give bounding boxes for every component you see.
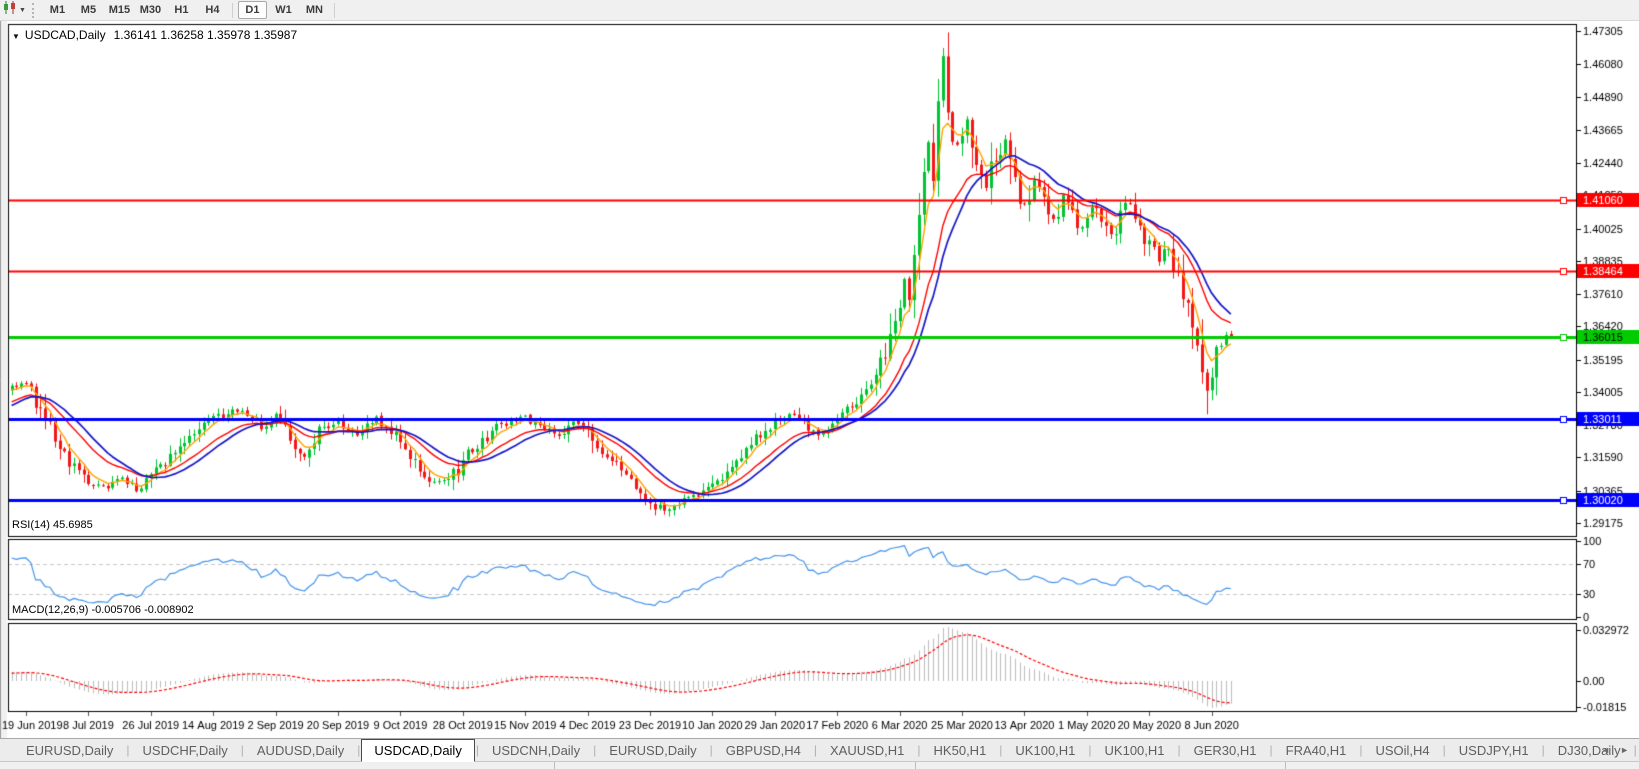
timeframe-toolbar: ▼ M1 M5 M15 M30 H1 H4 D1 W1 MN — [0, 0, 1639, 21]
timeframe-button-m15[interactable]: M15 — [105, 1, 134, 19]
timeframe-button-m5[interactable]: M5 — [74, 1, 103, 19]
tab-usdchf-daily-1[interactable]: USDCHF,Daily — [131, 740, 240, 761]
toolbar-separator — [333, 2, 335, 18]
toolbar-separator — [231, 2, 233, 18]
price-chart-canvas[interactable] — [0, 21, 1639, 738]
tab-separator: | — [1633, 743, 1637, 757]
tab-usdjpy-h1-14[interactable]: USDJPY,H1 — [1447, 740, 1541, 761]
tab-eurusd-daily-5[interactable]: EURUSD,Daily — [597, 740, 708, 761]
tab-scroll-left-icon[interactable]: ◄ — [1601, 744, 1610, 756]
tab-xauusd-h1-7[interactable]: XAUUSD,H1 — [818, 740, 916, 761]
mt4-window: ▼ M1 M5 M15 M30 H1 H4 D1 W1 MN ▼ USDCAD,Daily 1.36… — [0, 0, 1639, 769]
timeframe-button-m30[interactable]: M30 — [136, 1, 165, 19]
chart-tab-bar: EURUSD,Daily | USDCHF,Daily | AUDUSD,Daily | U… — [0, 738, 1639, 762]
status-strip — [0, 761, 1639, 769]
chart-type-dropdown[interactable]: ▼ — [0, 1, 30, 20]
tab-usdcad-daily-3[interactable]: USDCAD,Daily — [361, 739, 475, 762]
candlestick-chart-icon — [3, 1, 17, 19]
status-separator — [1285, 762, 1286, 769]
timeframe-button-w1[interactable]: W1 — [269, 1, 298, 19]
tab-usoil-h4-13[interactable]: USOil,H4 — [1363, 740, 1441, 761]
tab-uk100-h1-10[interactable]: UK100,H1 — [1093, 740, 1177, 761]
timeframe-button-mn[interactable]: MN — [300, 1, 329, 19]
tab-scroll-controls: ◄ ► — [1601, 744, 1629, 756]
toolbar-grip[interactable] — [31, 2, 38, 18]
timeframe-button-h4[interactable]: H4 — [198, 1, 227, 19]
tab-ger30-h1-11[interactable]: GER30,H1 — [1182, 740, 1269, 761]
timeframe-button-m1[interactable]: M1 — [43, 1, 72, 19]
chevron-down-icon: ▼ — [19, 6, 26, 14]
tab-usdcnh-daily-4[interactable]: USDCNH,Daily — [480, 740, 592, 761]
timeframe-button-d1[interactable]: D1 — [237, 1, 267, 19]
chart-window: ▼ USDCAD,Daily 1.36141 1.36258 1.35978 1.3… — [0, 21, 1639, 738]
status-separator — [554, 762, 555, 769]
tab-hk50-h1-8[interactable]: HK50,H1 — [922, 740, 999, 761]
status-separator — [915, 762, 916, 769]
tab-eurusd-daily-0[interactable]: EURUSD,Daily — [14, 740, 125, 761]
tab-uk100-h1-9[interactable]: UK100,H1 — [1003, 740, 1087, 761]
tab-scroll-right-icon[interactable]: ► — [1620, 744, 1629, 756]
tab-audusd-daily-2[interactable]: AUDUSD,Daily — [245, 740, 356, 761]
tab-gbpusd-h4-6[interactable]: GBPUSD,H4 — [714, 740, 813, 761]
tab-fra40-h1-12[interactable]: FRA40,H1 — [1274, 740, 1359, 761]
timeframe-button-h1[interactable]: H1 — [167, 1, 196, 19]
